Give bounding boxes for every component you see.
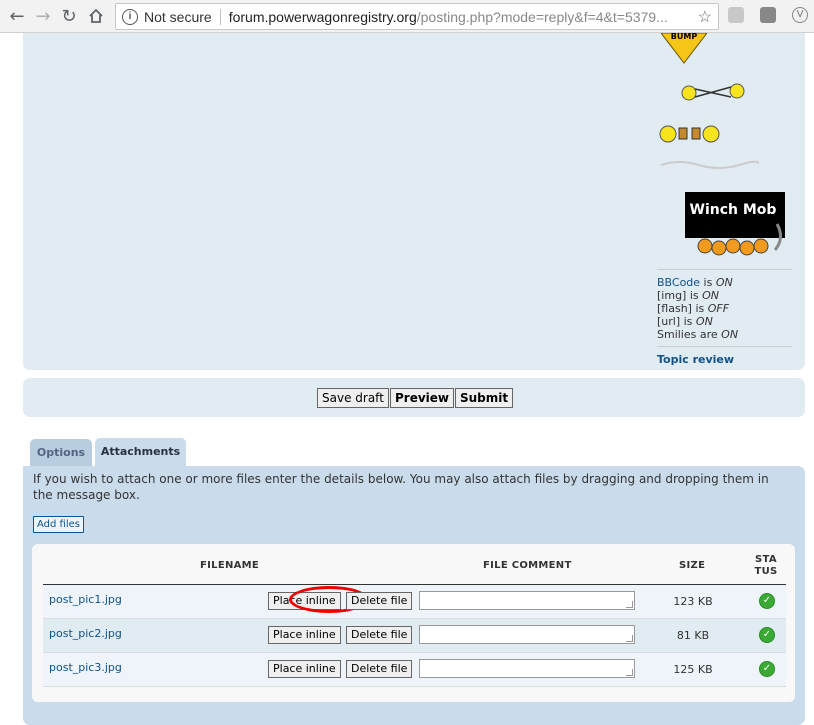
tab-options[interactable]: Options xyxy=(30,439,92,466)
flash-label: [flash] is xyxy=(657,302,708,315)
file-comment-input[interactable] xyxy=(419,591,635,610)
home-icon[interactable] xyxy=(85,5,107,27)
topic-review-link[interactable]: Topic review xyxy=(657,353,734,366)
submit-button[interactable]: Submit xyxy=(455,388,514,408)
extension-v-icon[interactable]: V xyxy=(792,7,808,23)
delete-file-button[interactable]: Delete file xyxy=(346,660,413,678)
url-path: /posting.php?mode=reply&f=4&t=5379... xyxy=(416,8,668,25)
table-row: post_pic3.jpg Place inline Delete file 1… xyxy=(43,653,786,687)
file-comment-input[interactable] xyxy=(419,625,635,644)
winch-text: Winch Mob xyxy=(690,202,777,218)
url-state: ON xyxy=(695,315,713,328)
status-ok-icon: ✓ xyxy=(759,593,775,609)
flash-state: OFF xyxy=(707,302,730,315)
faded-smiley-icon[interactable] xyxy=(659,159,759,171)
status-ok-icon: ✓ xyxy=(759,627,775,643)
bbcode-link[interactable]: BBCode xyxy=(657,276,700,289)
smilies-divider xyxy=(657,269,792,270)
header-filename: FILENAME xyxy=(200,560,260,571)
extension-square-icon[interactable] xyxy=(760,7,776,23)
smilies-state: ON xyxy=(721,328,739,341)
bump-text: BUMP xyxy=(671,33,698,41)
header-status: STA TUS xyxy=(754,554,778,577)
tab-attachments[interactable]: Attachments xyxy=(95,438,186,467)
delete-file-button[interactable]: Delete file xyxy=(346,626,413,644)
url-host: forum.powerwagonregistry.org xyxy=(228,8,417,25)
file-link[interactable]: post_pic3.jpg xyxy=(49,661,122,674)
forward-icon[interactable]: → xyxy=(32,5,54,27)
delete-file-button[interactable]: Delete file xyxy=(346,592,413,610)
bump-smiley-icon[interactable]: BUMP xyxy=(661,33,707,65)
info-icon[interactable]: i xyxy=(122,8,138,25)
file-size: 123 KB xyxy=(673,595,713,608)
submit-buttons-panel: Save draft Preview Submit xyxy=(23,378,805,417)
address-separator xyxy=(219,8,221,25)
winch-mob-smiley-icon[interactable]: Winch Mob xyxy=(685,188,789,260)
preview-button[interactable]: Preview xyxy=(390,388,455,408)
place-inline-button[interactable]: Place inline xyxy=(268,626,341,644)
bbcode-status: BBCode is ON [img] is ON [flash] is OFF … xyxy=(657,276,797,341)
attachments-help-text: If you wish to attach one or more files … xyxy=(33,472,769,502)
attachments-table: FILENAME FILE COMMENT SIZE STA TUS post_… xyxy=(32,544,795,702)
file-size: 125 KB xyxy=(673,663,713,676)
bbcode-state: ON xyxy=(715,276,733,289)
attachments-panel: If you wish to attach one or more files … xyxy=(23,466,805,725)
sword-fight-smiley-icon[interactable] xyxy=(681,81,747,103)
add-files-button[interactable]: Add files xyxy=(33,516,84,533)
header-file-comment: FILE COMMENT xyxy=(483,560,572,571)
status-ok-icon: ✓ xyxy=(759,661,775,677)
bookmark-star-icon[interactable]: ☆ xyxy=(698,7,712,27)
img-state: ON xyxy=(702,289,720,302)
address-bar[interactable]: i Not secure forum.powerwagonregistry.or… xyxy=(115,3,719,30)
place-inline-button[interactable]: Place inline xyxy=(268,660,341,678)
posting-page: BUMP Winch Mob BBCode is ON [img] is ON … xyxy=(0,33,814,725)
url-label: [url] is xyxy=(657,315,696,328)
header-size: SIZE xyxy=(679,560,706,571)
file-size: 81 KB xyxy=(676,629,710,642)
save-draft-button[interactable]: Save draft xyxy=(317,388,389,408)
table-row: post_pic2.jpg Place inline Delete file 8… xyxy=(43,619,786,653)
reload-icon[interactable]: ↻ xyxy=(58,5,80,27)
file-link[interactable]: post_pic2.jpg xyxy=(49,627,122,640)
security-label: Not secure xyxy=(144,8,212,25)
table-row: post_pic1.jpg Place inline Delete file 1… xyxy=(43,585,786,619)
bbcode-is-text: is xyxy=(700,276,716,289)
file-link[interactable]: post_pic1.jpg xyxy=(49,593,122,606)
browser-toolbar: ← → ↻ i Not secure forum.powerwagonregis… xyxy=(0,0,814,33)
extension-chat-icon[interactable] xyxy=(728,7,744,23)
file-comment-input[interactable] xyxy=(419,659,635,678)
back-icon[interactable]: ← xyxy=(6,5,28,27)
message-panel: BUMP Winch Mob BBCode is ON [img] is ON … xyxy=(23,33,805,370)
topic-review-divider xyxy=(657,346,792,347)
img-label: [img] is xyxy=(657,289,703,302)
beer-toast-smiley-icon[interactable] xyxy=(659,124,721,144)
smilies-label: Smilies are xyxy=(657,328,722,341)
